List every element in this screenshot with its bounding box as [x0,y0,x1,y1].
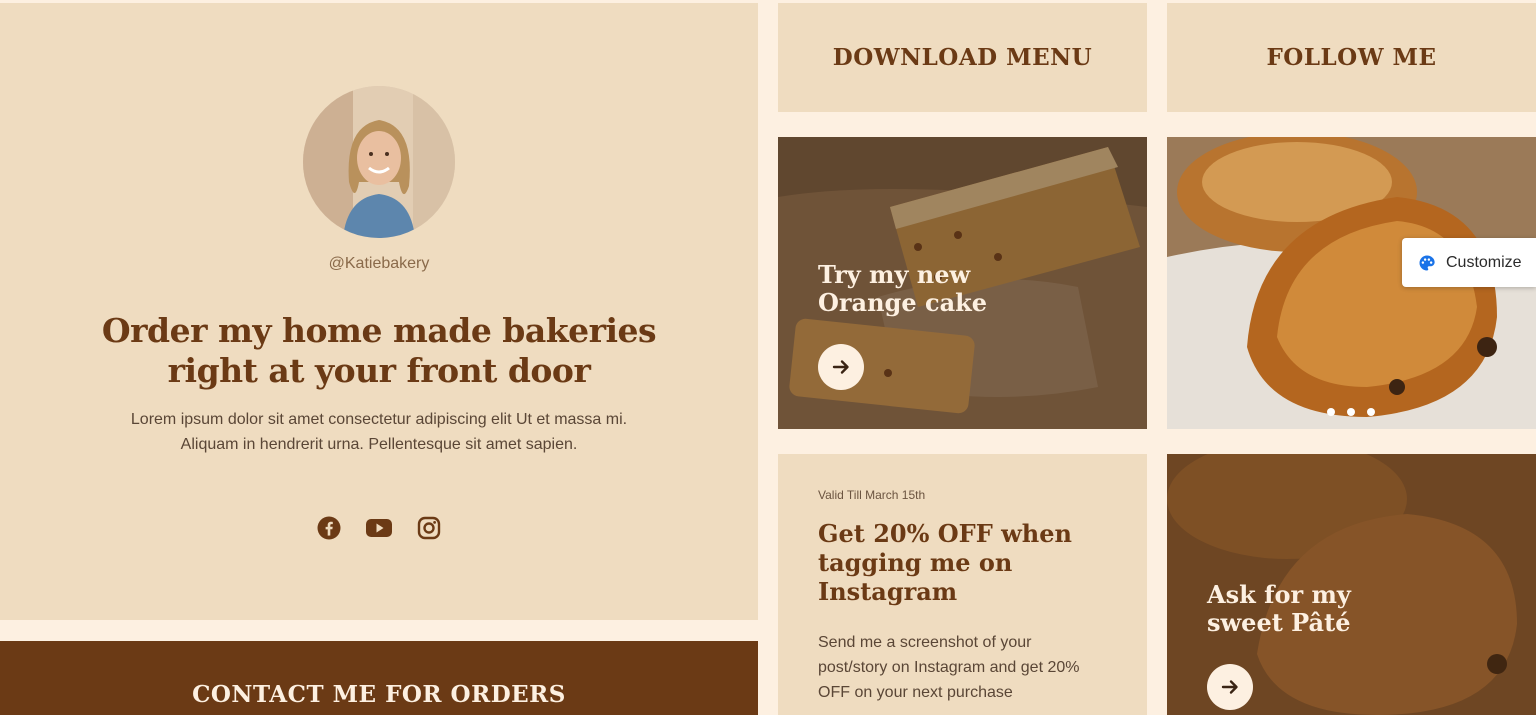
orange-cake-title-line-1: Try my new [818,260,971,289]
promo-title: Get 20% OFF when tagging me on Instagram [818,519,1072,606]
pate-card[interactable]: Ask for my sweet Pâté [1167,454,1536,715]
download-menu-button[interactable]: DOWNLOAD MENU [778,3,1147,112]
contact-panel[interactable]: CONTACT ME FOR ORDERS [0,641,758,715]
promo-text-line-2: post/story on Instagram and get 20% [818,659,1080,676]
promo-title-line-1: Get 20% OFF when [818,519,1072,548]
pate-title-line-1: Ask for my [1207,580,1351,609]
avatar [303,86,455,238]
carousel-dot-2[interactable] [1347,408,1355,416]
orange-cake-card[interactable]: Try my new Orange cake [778,137,1147,429]
hero-headline-line-2: right at your front door [167,351,591,390]
hero-description-line-2: Aliquam in hendrerit urna. Pellentesque … [180,436,578,453]
orange-cake-title-line-2: Orange cake [818,288,988,317]
hero-description: Lorem ipsum dolor sit amet consectetur a… [80,407,678,457]
promo-title-line-3: Instagram [818,577,958,606]
promo-title-line-2: tagging me on [818,548,1013,577]
orange-cake-title: Try my new Orange cake [818,261,987,317]
promo-text-line-3: OFF on your next purchase [818,684,1013,701]
carousel-dot-1[interactable] [1327,408,1335,416]
pate-title-line-2: sweet Pâté [1207,608,1351,637]
promo-text: Send me a screenshot of your post/story … [818,630,1079,705]
pate-arrow-button[interactable] [1207,664,1253,710]
instagram-icon[interactable] [416,515,442,541]
hero-headline-line-1: Order my home made bakeries [101,311,657,350]
palette-icon [1419,255,1435,270]
customize-label: Customize [1446,253,1522,271]
follow-me-button[interactable]: FOLLOW ME [1167,3,1536,112]
hero-description-line-1: Lorem ipsum dolor sit amet consectetur a… [130,411,628,428]
social-links [0,515,758,541]
facebook-icon[interactable] [316,515,342,541]
follow-me-label: FOLLOW ME [1266,44,1437,71]
avatar-photo [303,86,455,238]
orange-cake-arrow-button[interactable] [818,344,864,390]
arrow-right-icon [1221,680,1238,694]
promo-card: Valid Till March 15th Get 20% OFF when t… [778,454,1147,715]
download-menu-label: DOWNLOAD MENU [832,44,1093,71]
pate-title: Ask for my sweet Pâté [1207,581,1351,637]
contact-title: CONTACT ME FOR ORDERS [192,681,566,708]
carousel-dots [1327,408,1375,416]
hero-headline: Order my home made bakeries right at you… [60,311,698,391]
profile-handle: @Katiebakery [328,255,430,272]
youtube-icon[interactable] [366,515,392,541]
carousel-dot-3[interactable] [1367,408,1375,416]
promo-valid-date: Valid Till March 15th [818,488,926,502]
arrow-right-icon [832,360,849,374]
customize-button[interactable]: Customize [1402,238,1536,287]
promo-text-line-1: Send me a screenshot of your [818,634,1032,651]
hero-panel: @Katiebakery Order my home made bakeries… [0,3,758,620]
